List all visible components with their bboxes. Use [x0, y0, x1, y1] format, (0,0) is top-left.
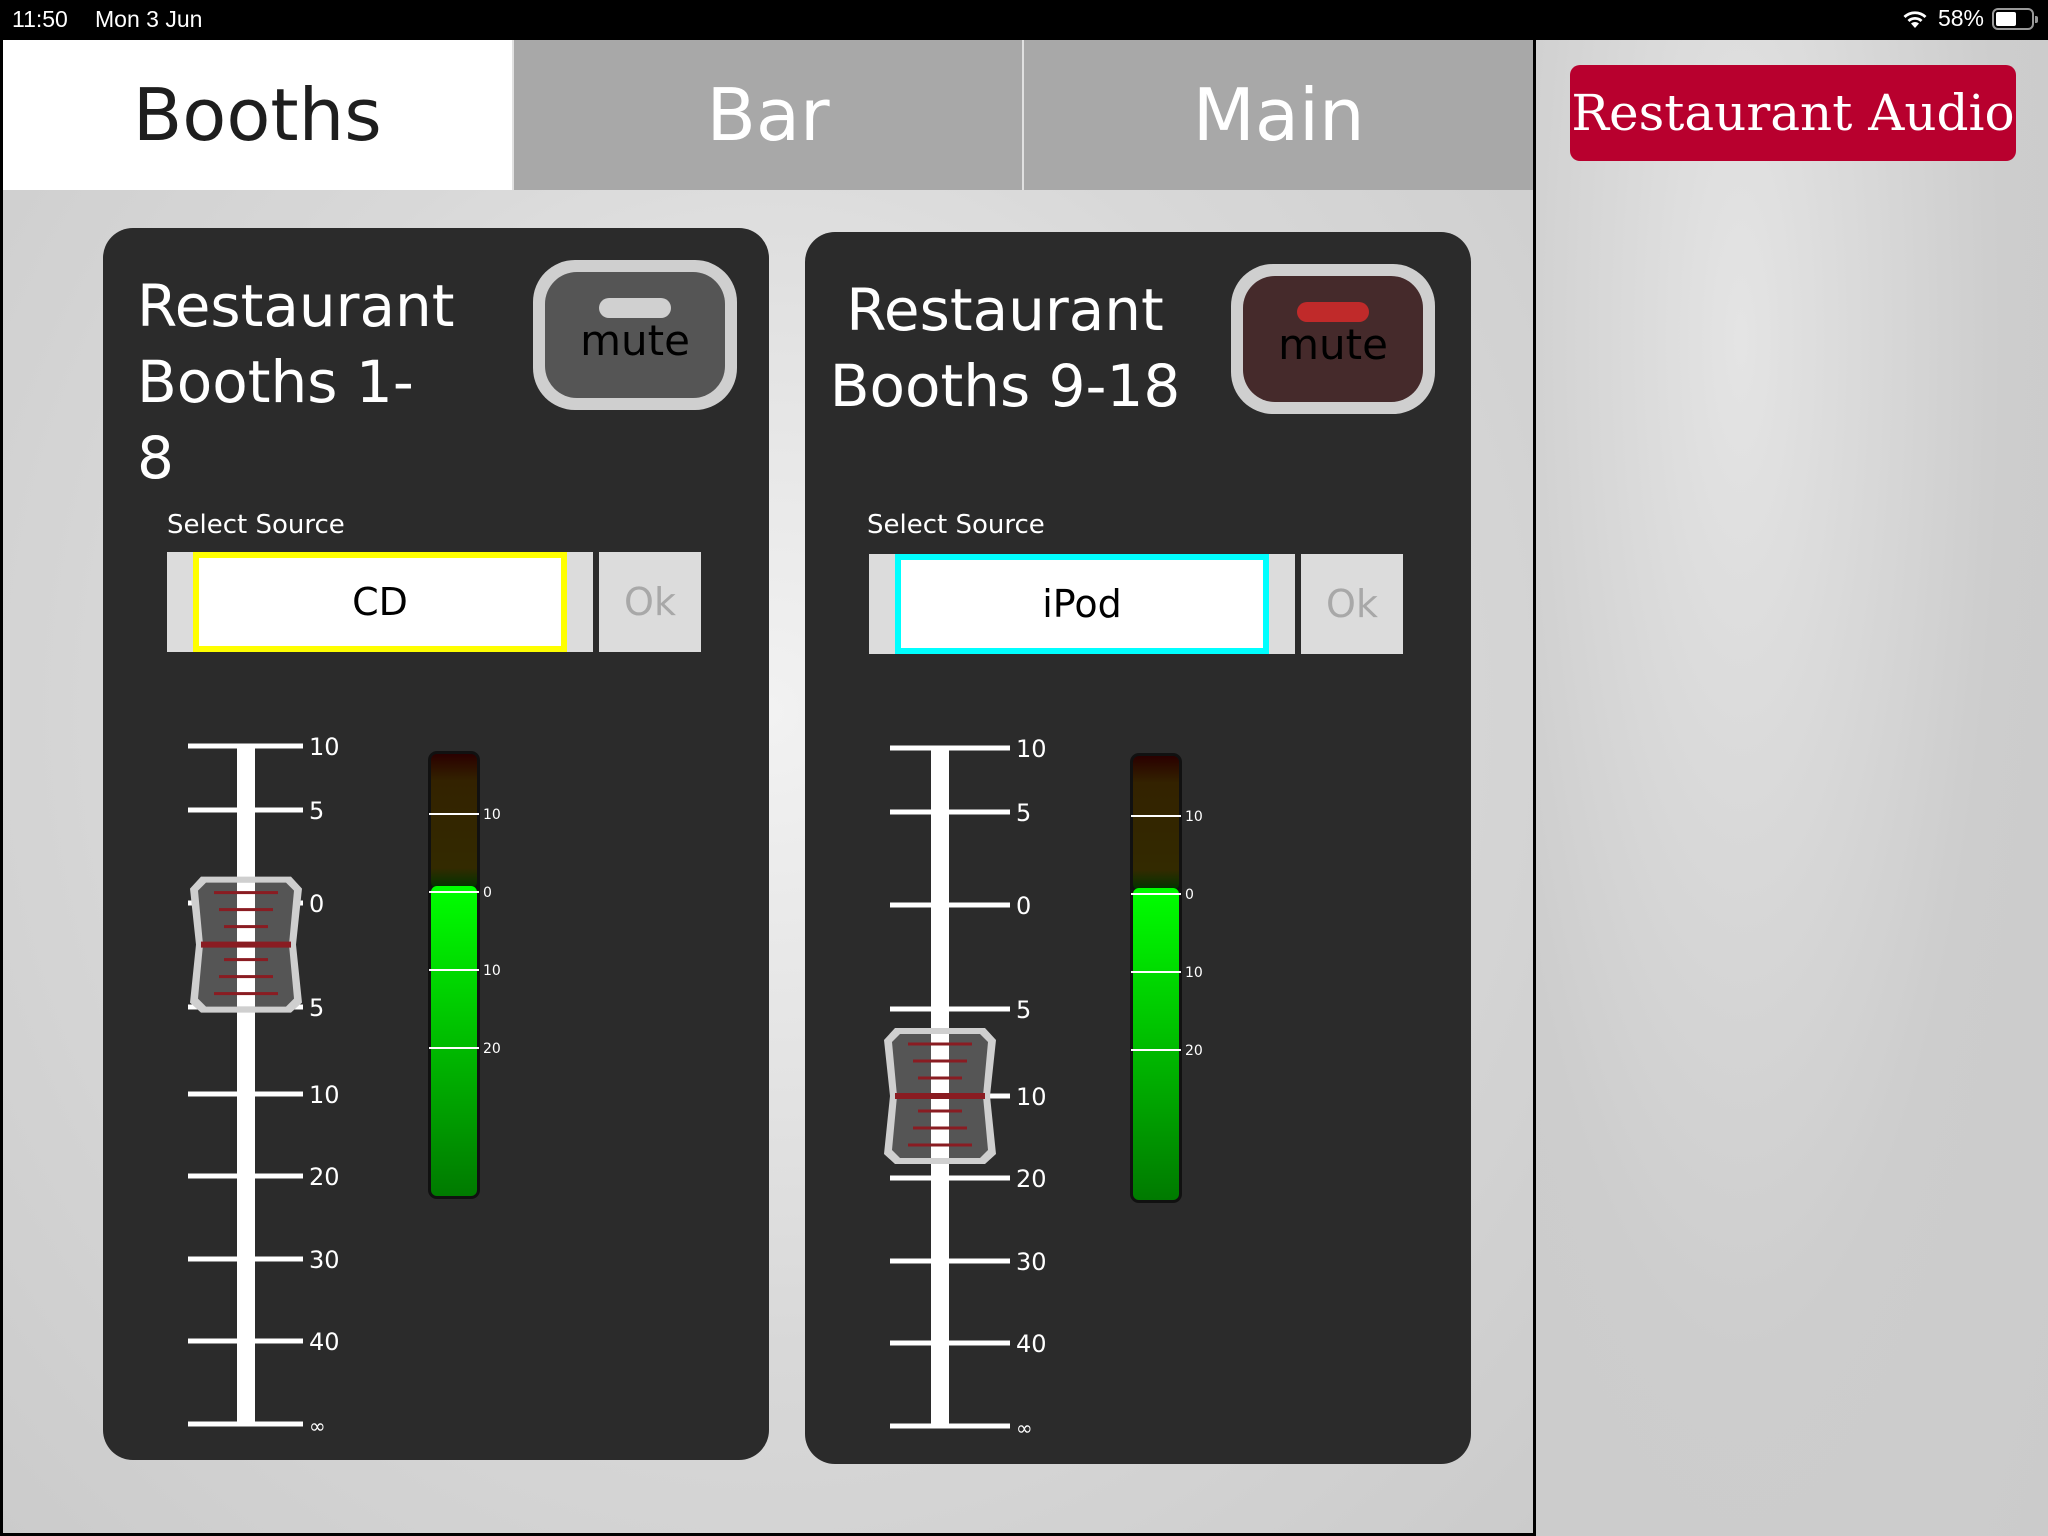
fader-tick — [890, 1258, 1010, 1264]
meter-unlit — [1133, 756, 1179, 890]
meter-tick — [429, 1047, 479, 1049]
fader-knob-grip-line — [219, 908, 273, 912]
fader-knob[interactable] — [884, 1028, 996, 1164]
fader-tick — [890, 1423, 1010, 1429]
fader-scale-label: 40 — [1016, 1330, 1047, 1358]
main-area: Booths Bar Main Restaurant Booths 1-8 mu… — [0, 40, 1536, 1536]
fader-tick — [188, 1091, 303, 1097]
fader-knob-grip-line — [224, 958, 268, 962]
fader-scale-label: 10 — [309, 733, 340, 761]
meter-scale-label: 0 — [483, 885, 492, 901]
fader-tick — [188, 1256, 303, 1262]
battery-icon — [1992, 7, 2038, 30]
fader-tick — [188, 743, 303, 749]
fader-knob-grip-line — [918, 1109, 962, 1113]
fader-and-meter: 10 5 0 5 10 20 30 40 ∞ 10 0 10 20 — [884, 735, 1203, 1440]
status-date: Mon 3 Jun — [95, 6, 203, 32]
fader-knob-grip-line — [908, 1042, 972, 1046]
fader-knob-grip-line — [913, 1126, 967, 1130]
fader-knob-grip-line — [918, 1076, 962, 1080]
battery-percent: 58% — [1937, 5, 1984, 31]
fader-tick — [890, 809, 1010, 815]
meter-tick — [1131, 1049, 1181, 1051]
tab-bar-zone[interactable]: Bar — [511, 40, 1023, 190]
fader-and-meter: 10 5 0 5 10 20 30 40 ∞ 10 0 10 20 — [188, 733, 501, 1438]
fader-knob-center-line — [895, 1093, 985, 1099]
meter-scale-label: 20 — [483, 1041, 501, 1057]
status-bar: 11:50 Mon 3 Jun 58% — [0, 0, 2048, 40]
fader-knob-grip-line — [913, 1059, 967, 1063]
meter-tick — [1131, 893, 1181, 895]
meter-scale-label: 10 — [1185, 809, 1203, 825]
fader-scale-label: 10 — [309, 1081, 340, 1109]
fader-tick — [890, 745, 1010, 751]
fader-scale-label: 0 — [309, 890, 324, 918]
fader-tick — [188, 1173, 303, 1179]
fader-scale-label: 5 — [309, 797, 324, 825]
fader-tick — [188, 1338, 303, 1344]
fader-knob-center-line — [201, 941, 291, 948]
fader-track — [237, 746, 255, 1424]
fader-scale-label: 10 — [1016, 1083, 1047, 1111]
fader-tick — [890, 902, 1010, 908]
fader-scale-label: ∞ — [1016, 1416, 1033, 1440]
fader-tick — [890, 1340, 1010, 1346]
restaurant-audio-button[interactable]: Restaurant Audio — [1570, 65, 2016, 161]
meter-tick — [429, 891, 479, 893]
meter-tick — [1131, 815, 1181, 817]
fader-scale-label: 30 — [309, 1246, 340, 1274]
fader-scale-label: 5 — [1016, 799, 1031, 827]
fader-knob-grip-line — [224, 925, 268, 929]
fader-tick — [188, 1421, 303, 1427]
fader-knob[interactable] — [190, 876, 302, 1013]
wifi-icon — [1903, 10, 1927, 28]
fader-scale-label: ∞ — [309, 1414, 326, 1438]
meter-scale-label: 10 — [483, 963, 501, 979]
meter-tick — [1131, 971, 1181, 973]
fader-tick — [890, 1175, 1010, 1181]
fader-scale-label: 30 — [1016, 1248, 1047, 1276]
fader-scale-label: 5 — [1016, 996, 1031, 1024]
zone-panel-booths-1-8: Restaurant Booths 1-8 mute Select Source… — [103, 228, 769, 1460]
tab-bar: Booths Bar Main — [3, 40, 1534, 190]
fader-knob-grip-line — [908, 1143, 972, 1147]
sidebar: Restaurant Audio — [1536, 40, 2048, 1536]
meter-tick — [429, 969, 479, 971]
fader-scale-label: 20 — [309, 1163, 340, 1191]
meter-level-bar — [431, 886, 477, 1196]
zone-panel-booths-9-18: Restaurant Booths 9-18 mute Select Sourc… — [805, 232, 1471, 1464]
fader-tick — [890, 1006, 1010, 1012]
meter-scale-label: 20 — [1185, 1043, 1203, 1059]
fader-scale-label: 5 — [309, 994, 324, 1022]
fader-scale-label: 0 — [1016, 892, 1031, 920]
meter-level-bar — [1133, 888, 1179, 1200]
status-time: 11:50 — [12, 6, 68, 32]
meter-scale-label: 0 — [1185, 887, 1194, 903]
tab-main[interactable]: Main — [1022, 40, 1534, 190]
meter-tick — [429, 813, 479, 815]
meter-scale-label: 10 — [1185, 965, 1203, 981]
fader-knob-grip-line — [214, 992, 278, 996]
fader-knob-grip-line — [214, 891, 278, 895]
fader-knob-grip-line — [219, 975, 273, 979]
fader-tick — [188, 807, 303, 813]
fader-scale-label: 40 — [309, 1328, 340, 1356]
fader-scale-label: 10 — [1016, 735, 1047, 763]
tab-booths[interactable]: Booths — [3, 40, 512, 190]
fader-scale-label: 20 — [1016, 1165, 1047, 1193]
meter-scale-label: 10 — [483, 807, 501, 823]
status-right: 58% — [1900, 5, 2038, 32]
meter-unlit — [431, 754, 477, 888]
battery-fill — [1996, 11, 2016, 26]
